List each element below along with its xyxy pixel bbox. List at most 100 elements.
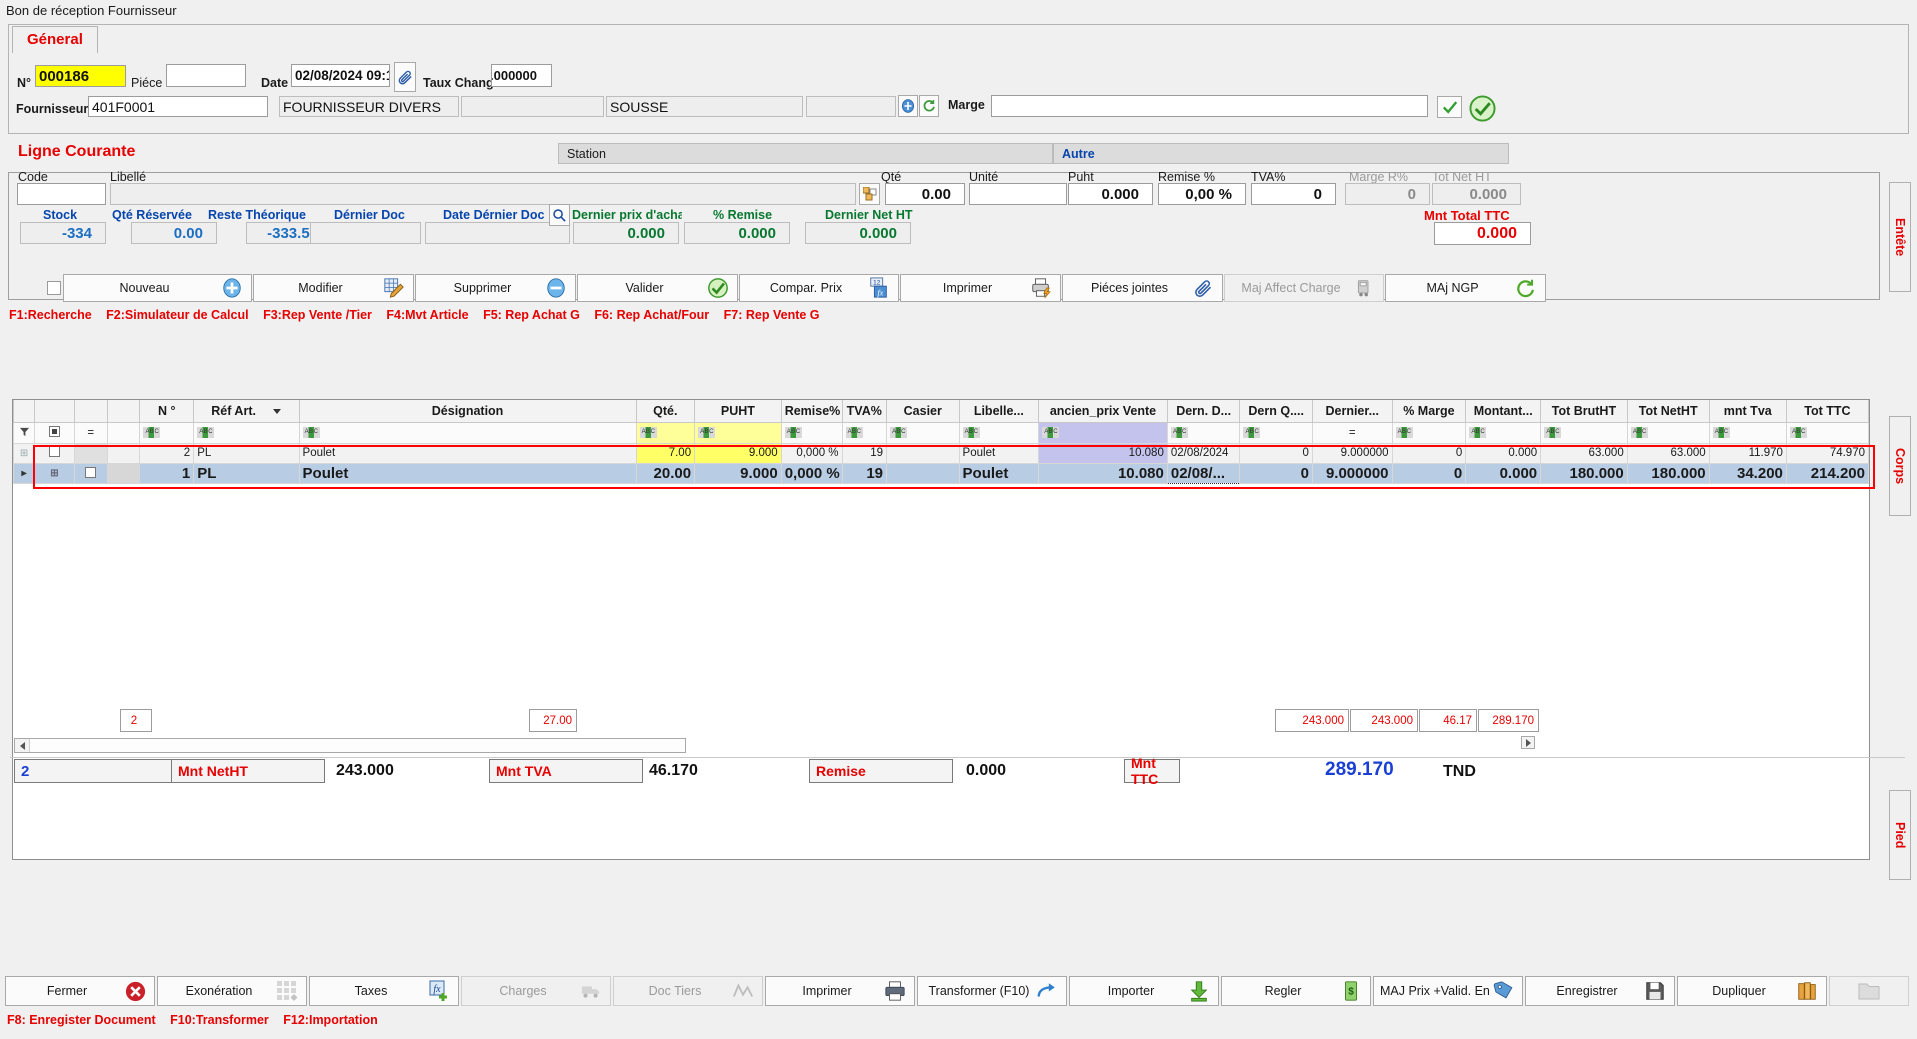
filter-tot-ttc[interactable]	[1785, 421, 1869, 444]
add-fournisseur-button[interactable]	[898, 95, 918, 117]
col-libelle[interactable]: Libelle...	[958, 400, 1040, 423]
col-tot-net[interactable]: Tot NetHT	[1626, 400, 1710, 423]
piece-input[interactable]	[166, 64, 246, 87]
filter-dern-q[interactable]	[1239, 421, 1313, 444]
col-remise[interactable]: Remise%	[780, 400, 843, 423]
pieces-jointes-button[interactable]: Piéces jointes	[1062, 274, 1223, 302]
row-expander-icon[interactable]: ⊞	[13, 442, 36, 464]
col-montant[interactable]: Montant...	[1465, 400, 1542, 423]
regler-button[interactable]: Regler $	[1221, 976, 1371, 1006]
maj-prix-valid-button[interactable]: MAJ Prix +Valid. Ent	[1373, 976, 1523, 1006]
autre-tab[interactable]: Autre	[1053, 143, 1509, 164]
modifier-button[interactable]: Modifier	[253, 274, 414, 302]
filter-funnel-icon[interactable]	[13, 421, 36, 444]
confirm-check-button[interactable]	[1437, 96, 1462, 118]
toolbar-checkbox[interactable]	[47, 281, 61, 295]
abc-icon	[1395, 426, 1413, 438]
fournisseur-code-select[interactable]: 401F0001	[88, 96, 268, 117]
tab-general[interactable]: Géneral	[12, 26, 98, 53]
station-tab[interactable]: Station	[558, 143, 1053, 164]
col-casier[interactable]: Casier	[886, 400, 960, 423]
filter-puht[interactable]	[694, 421, 782, 444]
col-tva[interactable]: TVA%	[841, 400, 888, 423]
filter-libelle[interactable]	[958, 421, 1040, 444]
table-row[interactable]: ▸ ⊞ 1 PL Poulet 20.00 9.000 0,000 % 19 P…	[13, 462, 1869, 484]
lines-grid[interactable]: N ° Réf Art. Désignation Qté. PUHT Remis…	[12, 399, 1870, 860]
vtab-corps[interactable]: Corps	[1889, 416, 1911, 516]
puht-input[interactable]: 0.000	[1068, 183, 1153, 205]
col-dern-d[interactable]: Dern. D...	[1166, 400, 1241, 423]
col-ancien-prix[interactable]: ancien_prix Vente	[1038, 400, 1168, 423]
filter-tot-brut[interactable]	[1540, 421, 1628, 444]
vtab-entete[interactable]: Entête	[1889, 182, 1911, 292]
filter-tot-net[interactable]	[1626, 421, 1710, 444]
nouveau-button[interactable]: Nouveau	[63, 274, 252, 302]
col-puht[interactable]: PUHT	[694, 400, 782, 423]
col-num[interactable]: N °	[139, 400, 195, 423]
col-ref-label: Réf Art.	[211, 403, 256, 418]
tva-input[interactable]: 0	[1251, 183, 1336, 205]
taxes-button[interactable]: Taxes fx	[309, 976, 459, 1006]
col-tot-ttc[interactable]: Tot TTC	[1785, 400, 1869, 423]
col-marge[interactable]: % Marge	[1391, 400, 1467, 423]
filter-montant[interactable]	[1465, 421, 1542, 444]
maj-ngp-button[interactable]: MAj NGP	[1385, 274, 1546, 302]
filter-dernier[interactable]: =	[1311, 421, 1393, 444]
fermer-button[interactable]: Fermer	[5, 976, 155, 1006]
filter-ref[interactable]	[193, 421, 300, 444]
col-ref[interactable]: Réf Art.	[193, 400, 300, 423]
enregistrer-button[interactable]: Enregistrer	[1525, 976, 1675, 1006]
exoneration-button[interactable]: Exonération	[157, 976, 307, 1006]
vtab-pied[interactable]: Pied	[1889, 790, 1911, 880]
filter-remise[interactable]	[780, 421, 843, 444]
filter-mnt-tva[interactable]	[1708, 421, 1787, 444]
refresh-fournisseur-button[interactable]	[919, 95, 939, 117]
scroll-left-button[interactable]	[15, 739, 30, 752]
date-input[interactable]: 02/08/2024 09:10:4	[291, 64, 390, 87]
importer-button[interactable]: Importer	[1069, 976, 1219, 1006]
filter-dern-d[interactable]	[1166, 421, 1241, 444]
marge-input[interactable]	[991, 95, 1428, 117]
imprimer-top-button[interactable]: Imprimer	[900, 274, 1061, 302]
row-checkbox[interactable]	[34, 442, 75, 464]
row-checkbox[interactable]	[73, 462, 108, 484]
row-expander-icon[interactable]: ⊞	[34, 462, 75, 484]
qte-input[interactable]: 0.00	[885, 183, 965, 205]
col-tot-brut[interactable]: Tot BrutHT	[1540, 400, 1628, 423]
unite-select[interactable]	[969, 183, 1067, 205]
remise-input[interactable]: 0,00 %	[1158, 183, 1246, 205]
transformer-button[interactable]: Transformer (F10)	[917, 976, 1067, 1006]
sort-chevron-down-icon[interactable]	[273, 408, 282, 414]
filter-num[interactable]	[139, 421, 195, 444]
num-input[interactable]: 000186	[35, 65, 126, 87]
filter-marge[interactable]	[1391, 421, 1467, 444]
supprimer-button[interactable]: Supprimer	[415, 274, 576, 302]
col-dern-q[interactable]: Dern Q....	[1239, 400, 1313, 423]
grid-hscrollbar[interactable]	[14, 738, 686, 753]
filter-equals[interactable]: =	[73, 421, 108, 444]
col-mnt-tva[interactable]: mnt Tva	[1708, 400, 1787, 423]
filter-select-all[interactable]	[34, 421, 75, 444]
col-designation[interactable]: Désignation	[298, 400, 637, 423]
grid-filter-row[interactable]: = =	[13, 421, 1869, 444]
col-qte[interactable]: Qté.	[635, 400, 696, 423]
filter-tva[interactable]	[841, 421, 888, 444]
calculator-button[interactable]	[859, 183, 880, 205]
filter-designation[interactable]	[298, 421, 637, 444]
col-dernier[interactable]: Dernier...	[1311, 400, 1393, 423]
valider-button[interactable]: Valider	[577, 274, 738, 302]
validate-green-button[interactable]	[1469, 95, 1496, 125]
dupliquer-button[interactable]: Dupliquer	[1677, 976, 1827, 1006]
code-input[interactable]	[17, 183, 106, 205]
filter-ancien-prix[interactable]	[1038, 421, 1168, 444]
filter-qte[interactable]	[635, 421, 696, 444]
table-row[interactable]: ⊞ 2 PL Poulet 7.00 9.000 0,000 % 19 Poul…	[13, 442, 1869, 464]
taux-change-input[interactable]: 1.000000	[491, 64, 552, 87]
imprimer-bottom-button[interactable]: Imprimer	[765, 976, 915, 1006]
filter-casier[interactable]	[886, 421, 960, 444]
chart-icon	[730, 978, 756, 1004]
search-button[interactable]	[549, 204, 570, 226]
compar-prix-button[interactable]: Compar. Prix 12 fx	[739, 274, 899, 302]
footer-scroll-right-button[interactable]	[1521, 736, 1535, 749]
attachment-button[interactable]	[394, 62, 416, 92]
